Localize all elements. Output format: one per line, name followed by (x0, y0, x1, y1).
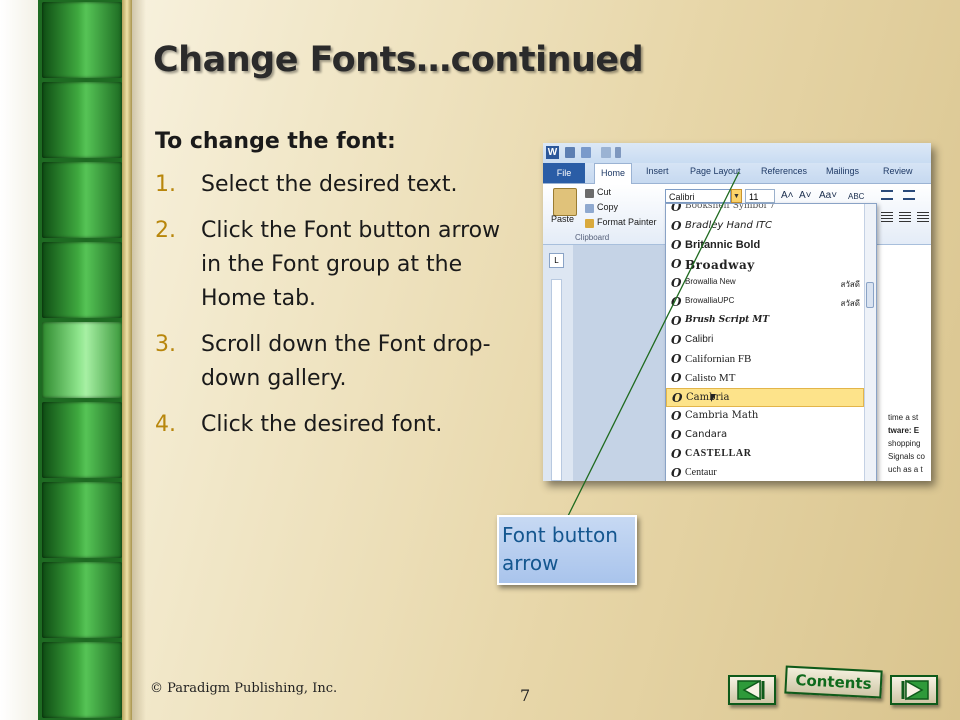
slide: Change Fonts…continued To change the fon… (0, 0, 960, 720)
copyright-notice: © Paradigm Publishing, Inc. (150, 681, 338, 696)
left-arrow-icon (737, 679, 765, 701)
callout-line: arrow (502, 551, 559, 575)
callout-leader-line (567, 171, 740, 517)
previous-slide-button[interactable] (728, 675, 776, 705)
leader-line (567, 171, 740, 517)
right-arrow-icon (901, 679, 929, 701)
contents-button[interactable]: Contents (784, 665, 883, 699)
font-button-arrow-callout: Font button arrow (497, 515, 637, 585)
page-number: 7 (520, 686, 531, 705)
callout-line: Font button (502, 523, 618, 547)
next-slide-button[interactable] (890, 675, 938, 705)
